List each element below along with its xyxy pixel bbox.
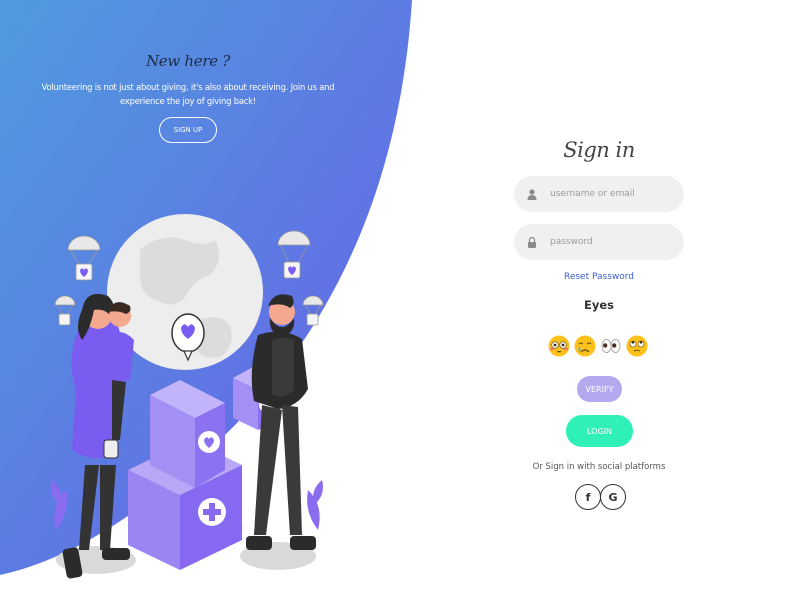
username-field[interactable] bbox=[514, 176, 684, 212]
reset-password-link[interactable]: Reset Password bbox=[514, 272, 684, 282]
emoji-row bbox=[547, 332, 649, 360]
promo-section: New here ? Volunteering is not just abou… bbox=[40, 52, 336, 108]
verify-button[interactable]: VERIFY bbox=[577, 376, 622, 402]
lock-icon bbox=[526, 236, 538, 248]
crying-face-icon[interactable] bbox=[573, 332, 597, 360]
password-field[interactable] bbox=[514, 224, 684, 260]
promo-text: Volunteering is not just about giving, i… bbox=[41, 82, 335, 106]
promo-heading: New here ? bbox=[145, 52, 230, 70]
password-input[interactable] bbox=[548, 236, 682, 248]
username-input[interactable] bbox=[548, 188, 682, 200]
user-icon bbox=[526, 188, 538, 200]
eyes-label: Eyes bbox=[584, 298, 614, 312]
signin-title: Sign in bbox=[563, 138, 635, 162]
signup-button[interactable]: SIGN UP bbox=[159, 117, 217, 143]
social-signin-text: Or Sign in with social platforms bbox=[532, 462, 666, 472]
facebook-icon: f bbox=[585, 490, 591, 504]
google-icon: G bbox=[608, 490, 618, 504]
facebook-button[interactable]: f bbox=[575, 484, 601, 510]
login-button[interactable]: LOGIN bbox=[566, 415, 633, 447]
eyes-icon[interactable] bbox=[599, 332, 623, 360]
face-with-rolling-eyes-icon[interactable] bbox=[625, 332, 649, 360]
google-button[interactable]: G bbox=[600, 484, 626, 510]
flushed-face-icon[interactable] bbox=[547, 332, 571, 360]
